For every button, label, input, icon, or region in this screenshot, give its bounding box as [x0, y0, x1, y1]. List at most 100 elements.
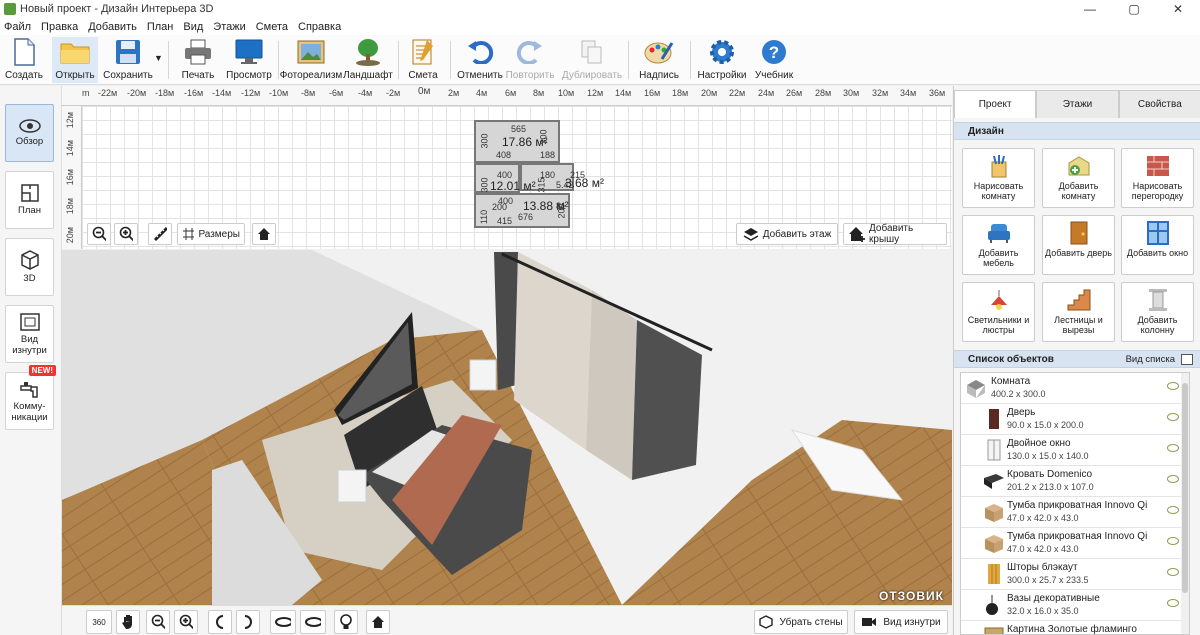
- stairs-cutouts-button[interactable]: Лестницы и вырезы: [1042, 282, 1115, 342]
- tab-properties[interactable]: Свойства: [1118, 90, 1200, 118]
- undo-button[interactable]: Отменить: [457, 37, 503, 83]
- list-item[interactable]: Картина Золотые фламинго: [961, 621, 1183, 634]
- menu-edit[interactable]: Правка: [37, 21, 84, 33]
- lighting-button[interactable]: [334, 610, 358, 634]
- list-item[interactable]: Тумба прикроватная Innovo Qi 47.0 x 42.0…: [961, 528, 1183, 559]
- room-3d-render[interactable]: [62, 250, 952, 605]
- nav-overview[interactable]: Обзор: [5, 104, 54, 162]
- remove-walls-button[interactable]: Убрать стены: [754, 610, 848, 634]
- preview-button[interactable]: Просмотр: [226, 37, 272, 83]
- zoom-out-3d-button[interactable]: [146, 610, 170, 634]
- landscape-label: Ландшафт: [343, 70, 393, 81]
- visibility-eye-icon[interactable]: [1167, 413, 1179, 421]
- zoom-in-button[interactable]: [114, 223, 138, 245]
- print-button[interactable]: Печать: [178, 37, 218, 83]
- add-room-icon: [1065, 153, 1093, 179]
- add-room-button[interactable]: Добавить комнату: [1042, 148, 1115, 208]
- watermark: ОТЗОВИК: [879, 589, 944, 603]
- settings-button[interactable]: Настройки: [697, 37, 747, 83]
- redo-button[interactable]: Повторить: [506, 37, 554, 83]
- save-dropdown-chevron-icon[interactable]: ▼: [154, 53, 163, 63]
- ruler-y-tick: 14м: [65, 140, 75, 157]
- photorealism-button[interactable]: Фотореализм: [280, 37, 342, 83]
- tab-project[interactable]: Проект: [954, 90, 1037, 118]
- zoom-in-3d-button[interactable]: [174, 610, 198, 634]
- menu-help[interactable]: Справка: [294, 21, 347, 33]
- add-roof-button[interactable]: Добавить крышу: [843, 223, 947, 245]
- scroll-thumb[interactable]: [1182, 383, 1188, 593]
- door-icon: [989, 409, 999, 429]
- duplicate-button[interactable]: Дублировать: [562, 37, 622, 83]
- nav-plan[interactable]: План: [5, 171, 54, 229]
- tilt-up-button[interactable]: [270, 610, 296, 634]
- save-button[interactable]: Сохранить: [102, 37, 154, 83]
- tutorial-button[interactable]: ? Учебник: [752, 37, 796, 83]
- visibility-eye-icon[interactable]: [1167, 568, 1179, 576]
- tilt-down-button[interactable]: [300, 610, 326, 634]
- rotate-360-button[interactable]: 360: [86, 610, 112, 634]
- list-item[interactable]: Вазы декоративные 32.0 x 16.0 x 35.0: [961, 590, 1183, 621]
- visibility-eye-icon[interactable]: [1167, 537, 1179, 545]
- menu-view[interactable]: Вид: [179, 21, 209, 33]
- lamp-icon: [985, 287, 1013, 313]
- visibility-eye-icon[interactable]: [1167, 444, 1179, 452]
- rotate-right-button[interactable]: [236, 610, 260, 634]
- list-item[interactable]: Комната 400.2 x 300.0: [961, 373, 1183, 404]
- close-button[interactable]: ✕: [1156, 0, 1200, 18]
- visibility-eye-icon[interactable]: [1167, 506, 1179, 514]
- nav-3d[interactable]: 3D: [5, 238, 54, 296]
- add-floor-button[interactable]: Добавить этаж: [736, 223, 838, 245]
- inside-view-button[interactable]: Вид изнутри: [854, 610, 948, 634]
- add-window-button[interactable]: Добавить окно: [1121, 215, 1194, 275]
- list-item[interactable]: Тумба прикроватная Innovo Qi 47.0 x 42.0…: [961, 497, 1183, 528]
- nav-inside-view[interactable]: Вид изнутри: [5, 305, 54, 363]
- home-view-button[interactable]: [252, 223, 276, 245]
- add-column-button[interactable]: Добавить колонну: [1121, 282, 1194, 342]
- visibility-eye-icon[interactable]: [1167, 475, 1179, 483]
- add-furniture-button[interactable]: Добавить мебель: [962, 215, 1035, 275]
- landscape-button[interactable]: Ландшафт: [343, 37, 393, 83]
- list-item[interactable]: Дверь 90.0 x 15.0 x 200.0: [961, 404, 1183, 435]
- floor-plan-2d[interactable]: m -22м -20м -18м -16м -14м -12м -10м -8м…: [62, 86, 952, 249]
- list-item[interactable]: Шторы блэкаут 300.0 x 25.7 x 233.5: [961, 559, 1183, 590]
- menu-floors[interactable]: Этажи: [209, 21, 251, 33]
- menu-plan[interactable]: План: [143, 21, 180, 33]
- object-size: 47.0 x 42.0 x 43.0: [1007, 544, 1079, 554]
- ruler-x-tick: 28м: [815, 88, 832, 98]
- ruler-x-tick: -2м: [386, 88, 401, 98]
- add-door-button[interactable]: Добавить дверь: [1042, 215, 1115, 275]
- caption-button[interactable]: Надпись: [636, 37, 682, 83]
- home-3d-button[interactable]: [366, 610, 390, 634]
- open-button[interactable]: Открыть: [52, 37, 98, 83]
- nav-communications[interactable]: NEW! Комму-никации: [5, 365, 56, 430]
- draw-partition-button[interactable]: Нарисовать перегородку: [1121, 148, 1194, 208]
- menu-estimate[interactable]: Смета: [252, 21, 294, 33]
- zoom-out-button[interactable]: [87, 223, 111, 245]
- menu-file[interactable]: Файл: [0, 21, 37, 33]
- minimize-button[interactable]: —: [1068, 0, 1112, 18]
- list-item[interactable]: Двойное окно 130.0 x 15.0 x 140.0: [961, 435, 1183, 466]
- visibility-eye-icon[interactable]: [1167, 382, 1179, 390]
- create-label: Создать: [4, 70, 43, 81]
- create-button[interactable]: Создать: [4, 37, 44, 83]
- estimate-button[interactable]: Смета: [405, 37, 441, 83]
- menu-add[interactable]: Добавить: [84, 21, 143, 33]
- add-furniture-label: Добавить мебель: [978, 248, 1019, 268]
- list-view-icon[interactable]: [1181, 354, 1193, 365]
- tab-floors[interactable]: Этажи: [1036, 90, 1119, 118]
- object-size: 300.0 x 25.7 x 233.5: [1007, 575, 1089, 585]
- visibility-eye-icon[interactable]: [1167, 599, 1179, 607]
- rotate-left-button[interactable]: [208, 610, 232, 634]
- maximize-button[interactable]: ▢: [1112, 0, 1156, 18]
- toolbar-divider: [450, 41, 451, 79]
- object-list-scrollbar[interactable]: [1181, 373, 1189, 634]
- lighting-fixtures-button[interactable]: Светильники и люстры: [962, 282, 1035, 342]
- draw-room-button[interactable]: Нарисовать комнату: [962, 148, 1035, 208]
- view-3d[interactable]: ОТЗОВИК: [62, 250, 952, 605]
- pan-button[interactable]: [116, 610, 140, 634]
- measure-button[interactable]: [148, 223, 172, 245]
- list-view-toggle[interactable]: Вид списка: [1126, 351, 1175, 368]
- dimensions-button[interactable]: Размеры: [177, 223, 245, 245]
- room-dimension: 200: [492, 202, 508, 212]
- list-item[interactable]: Кровать Domenico 201.2 x 213.0 x 107.0: [961, 466, 1183, 497]
